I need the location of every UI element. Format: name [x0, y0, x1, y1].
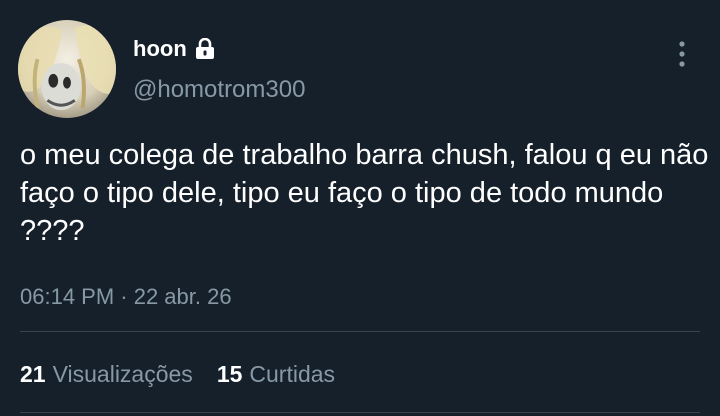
likes-stat[interactable]: 15 Curtidas	[217, 360, 335, 388]
author-handle[interactable]: @homotrom300	[133, 75, 305, 105]
views-label: Visualizações	[52, 361, 193, 387]
avatar[interactable]	[18, 20, 116, 118]
more-vertical-icon	[679, 41, 685, 67]
more-options-button[interactable]	[660, 36, 704, 72]
author-name-row: hoon	[133, 36, 215, 62]
divider	[20, 412, 700, 413]
likes-count: 15	[216, 361, 243, 387]
lock-icon	[195, 38, 215, 60]
divider	[20, 331, 700, 332]
avatar-image	[18, 20, 116, 118]
tweet-stats: 21 Visualizações 15 Curtidas	[20, 360, 335, 388]
views-count: 21	[20, 361, 46, 387]
tweet-text: o meu colega de trabalho barra chush, fa…	[20, 139, 709, 247]
display-name[interactable]: hoon	[133, 36, 187, 62]
tweet-timestamp[interactable]: 06:14 PM · 22 abr. 26	[20, 283, 232, 311]
tweet-card: hoon @homotrom300 o meu colega de trabal…	[0, 0, 720, 416]
views-stat[interactable]: 21 Visualizações	[20, 360, 193, 388]
likes-label: Curtidas	[249, 361, 336, 387]
